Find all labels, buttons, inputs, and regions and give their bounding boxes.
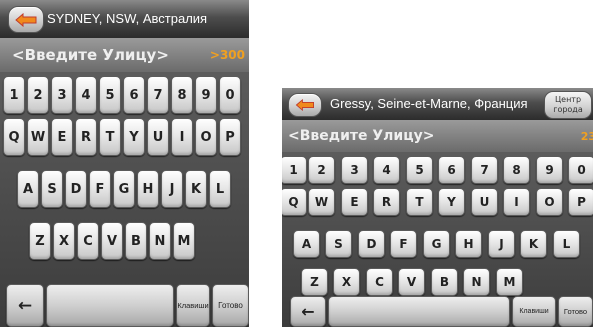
key-s[interactable]: S xyxy=(41,170,63,208)
key-n[interactable]: N xyxy=(463,268,490,296)
key-a[interactable]: A xyxy=(17,170,39,208)
street-input[interactable]: <Введите Улицу> xyxy=(12,46,169,64)
key-k[interactable]: K xyxy=(520,230,547,258)
key-h[interactable]: H xyxy=(137,170,159,208)
key-d[interactable]: D xyxy=(65,170,87,208)
keyboard-layout-button[interactable]: Клавиши xyxy=(512,296,556,327)
key-j[interactable]: J xyxy=(161,170,183,208)
city-center-line2: города xyxy=(553,105,583,114)
city-center-button[interactable]: Центр города xyxy=(544,91,592,119)
backspace-key[interactable]: ← xyxy=(290,296,326,327)
location-title: Gressy, Seine-et-Marne, Франция xyxy=(330,96,528,111)
keyboard-layout-button[interactable]: Клавиши xyxy=(176,284,210,327)
street-input[interactable]: <Введите Улицу> xyxy=(288,128,434,144)
back-button[interactable] xyxy=(8,6,44,33)
key-y[interactable]: Y xyxy=(123,118,145,156)
key-q[interactable]: Q xyxy=(282,188,307,216)
key-0[interactable]: 0 xyxy=(219,76,241,114)
key-g[interactable]: G xyxy=(423,230,450,258)
back-button[interactable] xyxy=(288,93,322,117)
key-o[interactable]: O xyxy=(195,118,217,156)
key-6[interactable]: 6 xyxy=(438,156,465,184)
key-5[interactable]: 5 xyxy=(406,156,433,184)
key-m[interactable]: M xyxy=(173,222,195,260)
key-w[interactable]: W xyxy=(308,188,335,216)
key-u[interactable]: U xyxy=(471,188,498,216)
backspace-key[interactable]: ← xyxy=(6,284,44,327)
key-p[interactable]: P xyxy=(219,118,241,156)
key-j[interactable]: J xyxy=(488,230,515,258)
key-r[interactable]: R xyxy=(75,118,97,156)
key-4[interactable]: 4 xyxy=(75,76,97,114)
city-center-line1: Центр xyxy=(554,95,582,104)
key-3[interactable]: 3 xyxy=(341,156,368,184)
key-8[interactable]: 8 xyxy=(171,76,193,114)
key-t[interactable]: T xyxy=(406,188,433,216)
key-8[interactable]: 8 xyxy=(503,156,530,184)
result-count: 23 xyxy=(580,130,593,143)
key-r[interactable]: R xyxy=(373,188,400,216)
key-v[interactable]: V xyxy=(398,268,425,296)
key-f[interactable]: F xyxy=(390,230,417,258)
key-p[interactable]: P xyxy=(568,188,593,216)
space-key[interactable] xyxy=(328,296,510,327)
key-6[interactable]: 6 xyxy=(123,76,145,114)
key-9[interactable]: 9 xyxy=(195,76,217,114)
key-q[interactable]: Q xyxy=(3,118,25,156)
key-4[interactable]: 4 xyxy=(373,156,400,184)
done-button[interactable]: Готово xyxy=(558,296,593,327)
done-button[interactable]: Готово xyxy=(212,284,249,327)
key-l[interactable]: L xyxy=(553,230,580,258)
key-z[interactable]: Z xyxy=(301,268,328,296)
result-count: >300 xyxy=(209,48,245,62)
key-i[interactable]: I xyxy=(503,188,530,216)
key-b[interactable]: B xyxy=(431,268,458,296)
key-7[interactable]: 7 xyxy=(147,76,169,114)
key-f[interactable]: F xyxy=(89,170,111,208)
key-e[interactable]: E xyxy=(51,118,73,156)
key-s[interactable]: S xyxy=(325,230,352,258)
key-u[interactable]: U xyxy=(147,118,169,156)
key-d[interactable]: D xyxy=(358,230,385,258)
key-7[interactable]: 7 xyxy=(471,156,498,184)
space-key[interactable] xyxy=(46,284,174,327)
screen-2: Gressy, Seine-et-Marne, Франция Центр го… xyxy=(282,88,593,327)
key-w[interactable]: W xyxy=(27,118,49,156)
title-bar: SYDNEY, NSW, Австралия xyxy=(0,0,249,38)
street-input-bar[interactable]: <Введите Улицу> 23 xyxy=(282,120,593,152)
key-l[interactable]: L xyxy=(209,170,231,208)
key-x[interactable]: X xyxy=(333,268,360,296)
key-b[interactable]: B xyxy=(125,222,147,260)
back-arrow-icon xyxy=(15,12,37,27)
key-n[interactable]: N xyxy=(149,222,171,260)
key-3[interactable]: 3 xyxy=(51,76,73,114)
key-m[interactable]: M xyxy=(496,268,523,296)
key-0[interactable]: 0 xyxy=(568,156,593,184)
street-input-bar[interactable]: <Введите Улицу> >300 xyxy=(0,38,249,72)
key-1[interactable]: 1 xyxy=(3,76,25,114)
key-a[interactable]: A xyxy=(293,230,320,258)
key-z[interactable]: Z xyxy=(29,222,51,260)
key-y[interactable]: Y xyxy=(438,188,465,216)
screen-1: SYDNEY, NSW, Австралия <Введите Улицу> >… xyxy=(0,0,249,327)
key-5[interactable]: 5 xyxy=(99,76,121,114)
key-t[interactable]: T xyxy=(99,118,121,156)
back-arrow-icon xyxy=(295,99,314,111)
key-2[interactable]: 2 xyxy=(27,76,49,114)
key-o[interactable]: O xyxy=(536,188,563,216)
key-x[interactable]: X xyxy=(53,222,75,260)
key-h[interactable]: H xyxy=(455,230,482,258)
key-g[interactable]: G xyxy=(113,170,135,208)
key-k[interactable]: K xyxy=(185,170,207,208)
key-c[interactable]: C xyxy=(77,222,99,260)
key-e[interactable]: E xyxy=(341,188,368,216)
key-1[interactable]: 1 xyxy=(282,156,307,184)
key-c[interactable]: C xyxy=(366,268,393,296)
key-v[interactable]: V xyxy=(101,222,123,260)
title-bar: Gressy, Seine-et-Marne, Франция Центр го… xyxy=(282,88,593,120)
key-2[interactable]: 2 xyxy=(308,156,335,184)
key-i[interactable]: I xyxy=(171,118,193,156)
key-9[interactable]: 9 xyxy=(536,156,563,184)
location-title: SYDNEY, NSW, Австралия xyxy=(47,11,208,26)
